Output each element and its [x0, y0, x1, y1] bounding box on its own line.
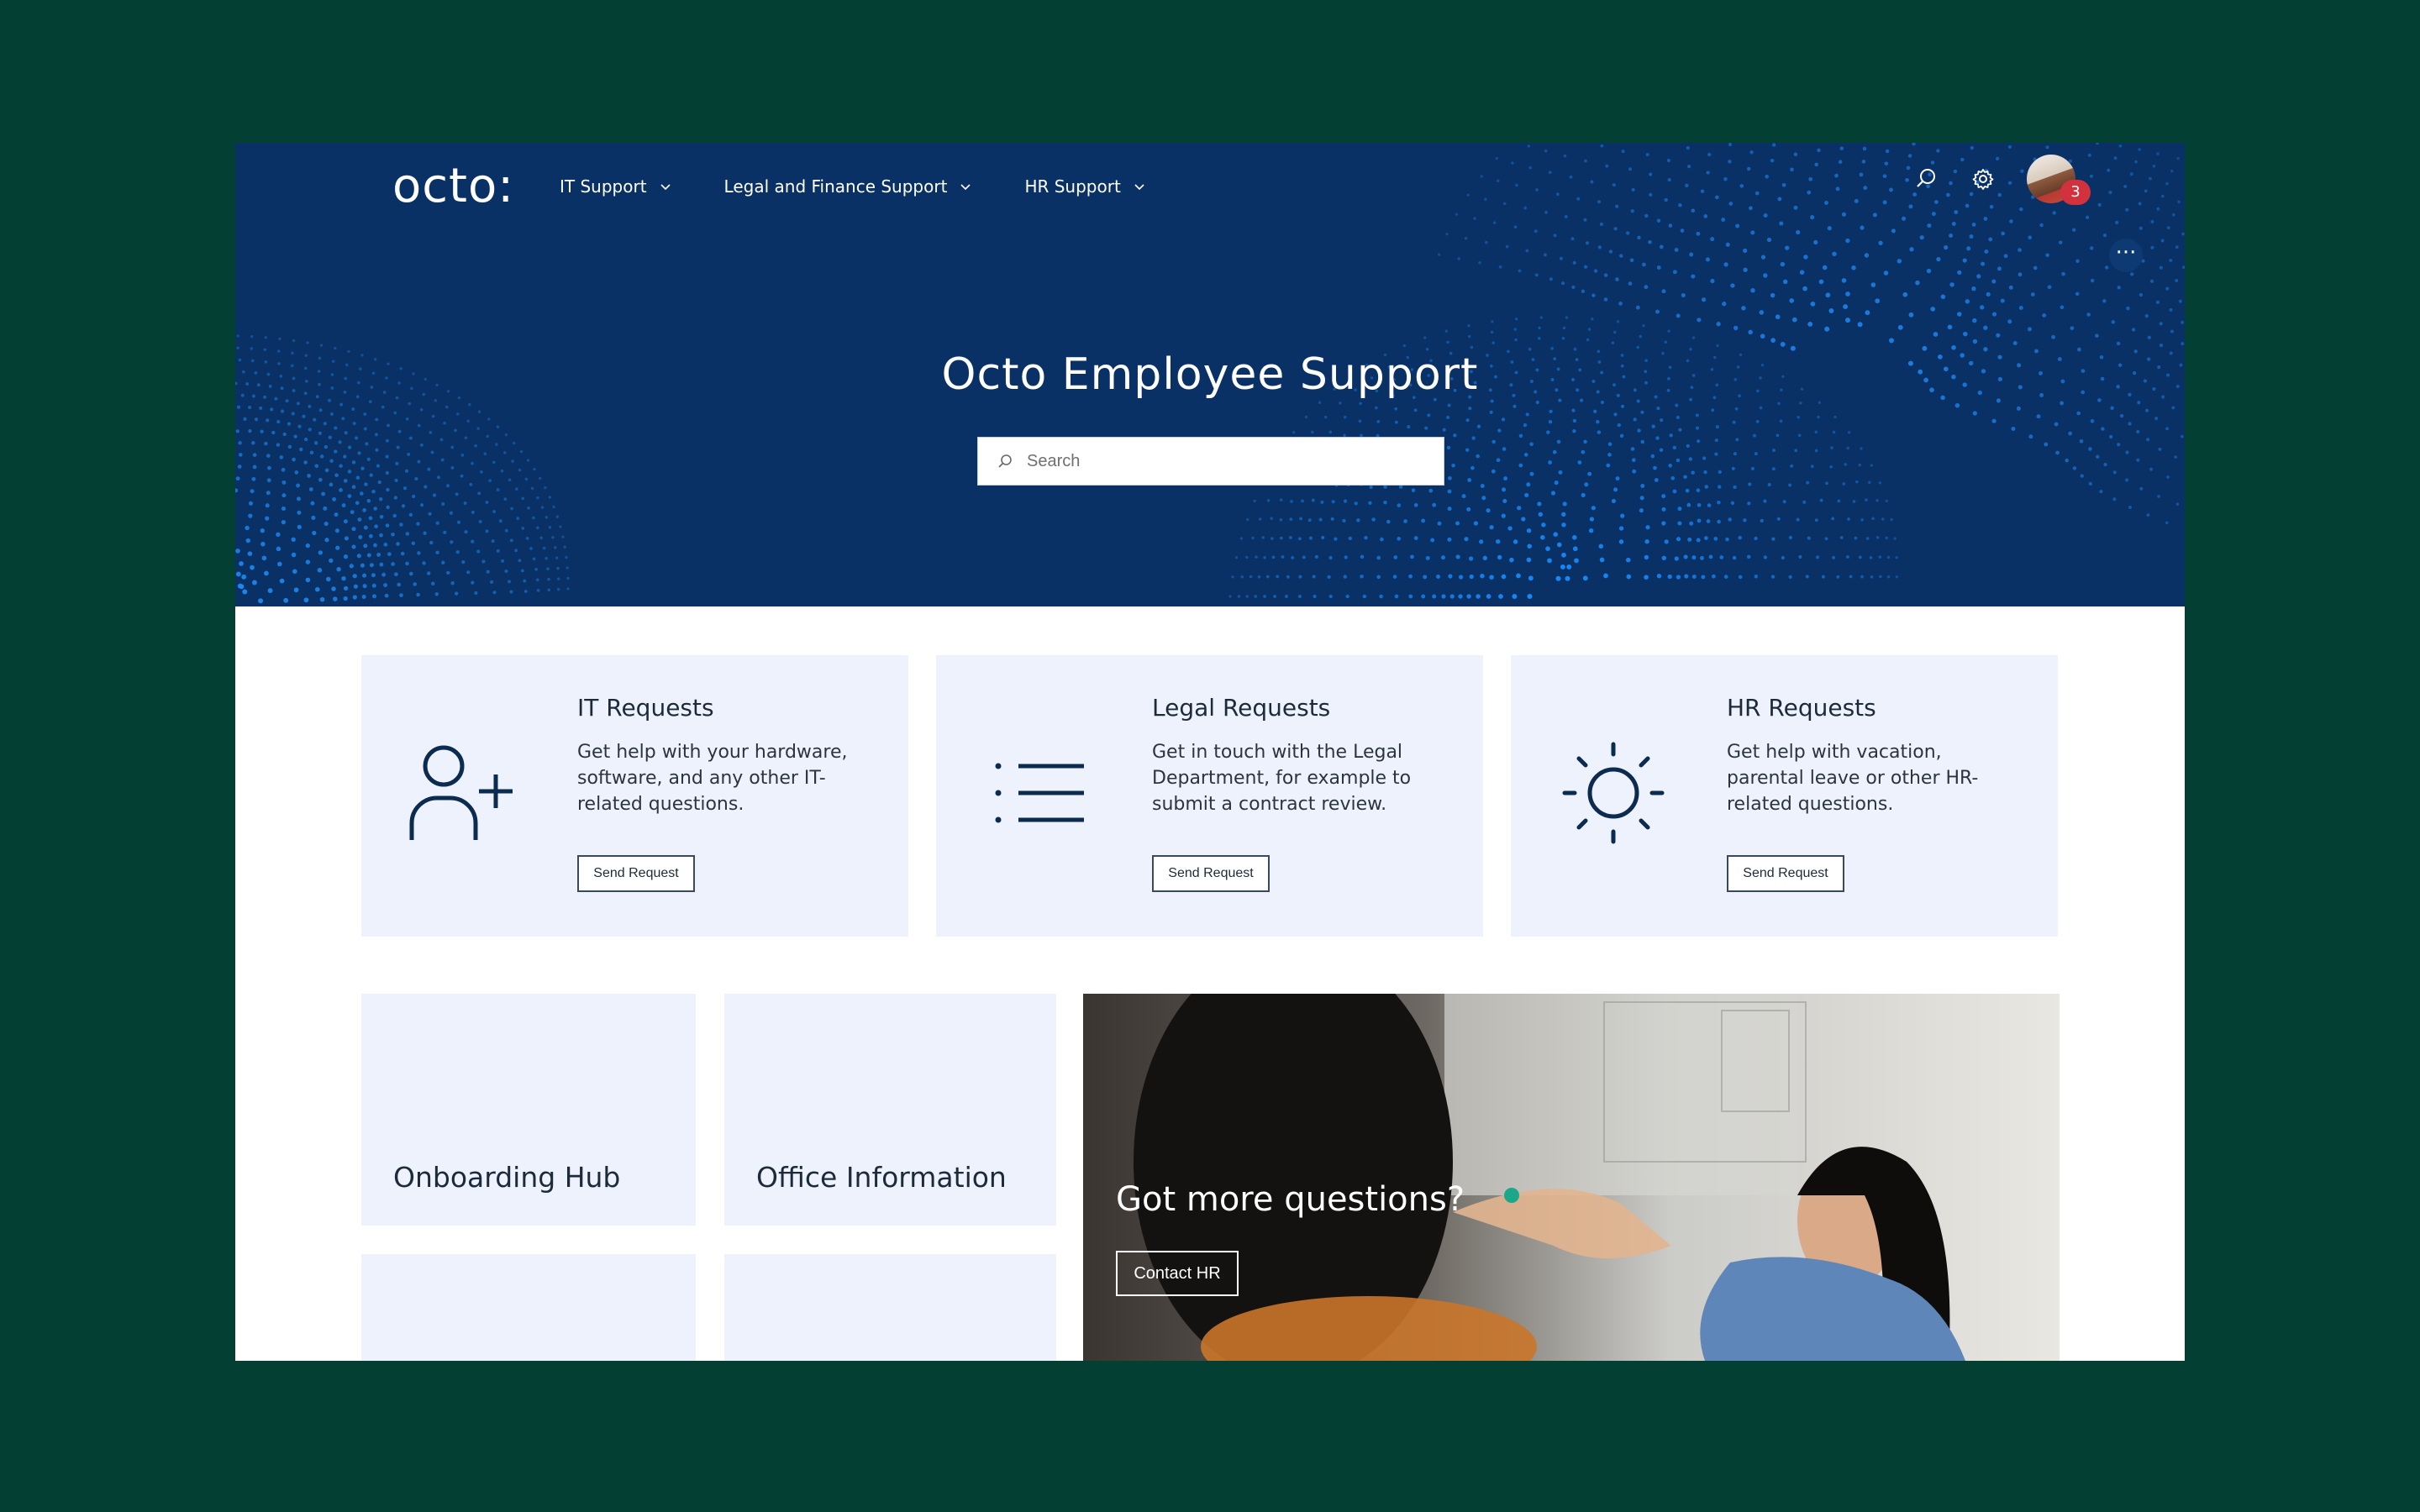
main-nav: IT Support Legal and Finance Support HR … [560, 165, 1146, 208]
tile-3[interactable] [361, 1254, 696, 1361]
search-input[interactable] [1025, 450, 1415, 472]
request-cards: IT Requests Get help with your hardware,… [361, 655, 2058, 937]
gear-icon[interactable] [1970, 165, 1996, 192]
nav-label: HR Support [1024, 176, 1121, 197]
octo-logo[interactable]: octo: [392, 153, 514, 220]
card-title: Legal Requests [1152, 694, 1331, 722]
office-information-tile[interactable]: Office Information [724, 994, 1056, 1226]
hr-requests-card: HR Requests Get help with vacation, pare… [1511, 655, 2058, 937]
contact-hr-promo: Got more questions? Contact HR [1083, 994, 2060, 1361]
onboarding-hub-tile[interactable]: Onboarding Hub [361, 994, 696, 1226]
chevron-down-icon [660, 184, 671, 191]
sun-icon [1562, 742, 1665, 844]
tile-4[interactable] [724, 1254, 1056, 1361]
card-description: Get help with vacation, parental leave o… [1727, 742, 1979, 815]
tile-title: Office Information [756, 1161, 1007, 1194]
nav-it-support[interactable]: IT Support [560, 176, 672, 197]
add-user-icon [409, 745, 513, 840]
promo-title: Got more questions? [1116, 1180, 1465, 1219]
card-description: Get in touch with the Legal Department, … [1152, 742, 1412, 815]
user-avatar[interactable]: 3 [2027, 155, 2091, 205]
legal-send-request-button[interactable]: Send Request [1152, 855, 1270, 892]
nav-hr-support[interactable]: HR Support [1024, 176, 1145, 197]
legal-requests-card: Legal Requests Get in touch with the Leg… [936, 655, 1483, 937]
notification-badge: 3 [2060, 180, 2091, 205]
chevron-down-icon [960, 184, 971, 191]
nav-label: Legal and Finance Support [723, 176, 948, 197]
nav-label: IT Support [560, 176, 647, 197]
search-icon[interactable] [1912, 165, 1939, 192]
hero-banner: octo: IT Support Legal and Finance Suppo… [235, 143, 2185, 606]
app-window: octo: IT Support Legal and Finance Suppo… [235, 143, 2185, 1361]
it-requests-card: IT Requests Get help with your hardware,… [361, 655, 908, 937]
office-photo [1134, 994, 1965, 1361]
list-icon [995, 763, 1084, 823]
page-title: Octo Employee Support [941, 349, 1479, 400]
contact-hr-button[interactable]: Contact HR [1116, 1251, 1239, 1296]
card-title: IT Requests [577, 694, 714, 722]
more-options-button[interactable]: ··· [2109, 239, 2143, 272]
nav-legal-finance-support[interactable]: Legal and Finance Support [724, 176, 973, 197]
search-box[interactable] [977, 437, 1444, 486]
hr-send-request-button[interactable]: Send Request [1727, 855, 1844, 892]
card-title: HR Requests [1727, 694, 1876, 722]
utility-bar: 3 [1912, 155, 2091, 205]
it-send-request-button[interactable]: Send Request [577, 855, 695, 892]
card-description: Get help with your hardware, software, a… [577, 742, 848, 815]
search-icon [998, 454, 1012, 468]
chevron-down-icon [1134, 184, 1144, 191]
tile-title: Onboarding Hub [393, 1161, 621, 1194]
